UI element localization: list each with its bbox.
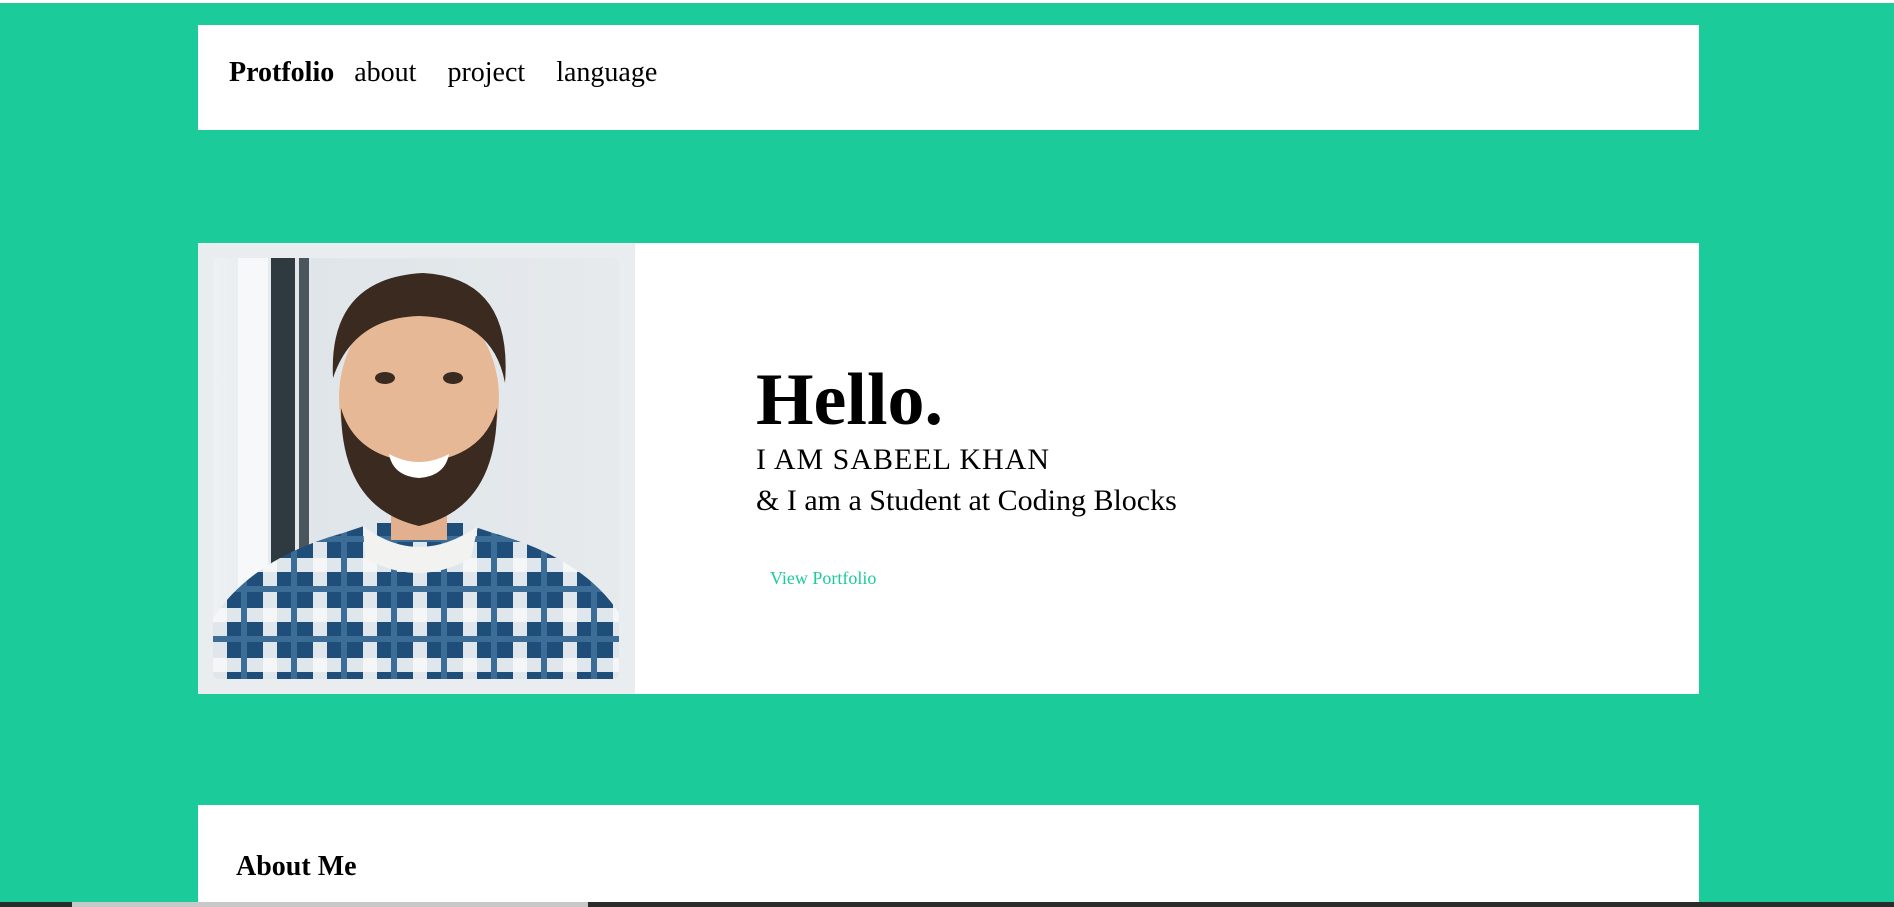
top-edge [0, 0, 1894, 3]
navbar: Protfolio about project language [198, 25, 1699, 130]
about-title: About Me [236, 851, 357, 882]
brand-logo[interactable]: Protfolio [229, 57, 334, 89]
profile-photo [213, 258, 619, 679]
view-portfolio-button[interactable]: View Portfolio [770, 568, 876, 589]
hero-section: Hello. I AM SABEEL KHAN & I am a Student… [198, 243, 1699, 694]
about-section: About Me [198, 805, 1699, 907]
hero-tagline: & I am a Student at Coding Blocks [756, 484, 1177, 517]
nav-link-about[interactable]: about [354, 57, 416, 89]
scrollbar-thumb[interactable] [72, 902, 588, 907]
hero-text: Hello. I AM SABEEL KHAN & I am a Student… [756, 363, 1177, 589]
horizontal-scrollbar[interactable] [0, 902, 1894, 907]
photo-frame [198, 243, 635, 694]
hero-name: I AM SABEEL KHAN [756, 443, 1051, 476]
nav-link-project[interactable]: project [447, 57, 525, 89]
nav-link-language[interactable]: language [556, 57, 657, 89]
hero-greeting: Hello. [756, 359, 944, 441]
